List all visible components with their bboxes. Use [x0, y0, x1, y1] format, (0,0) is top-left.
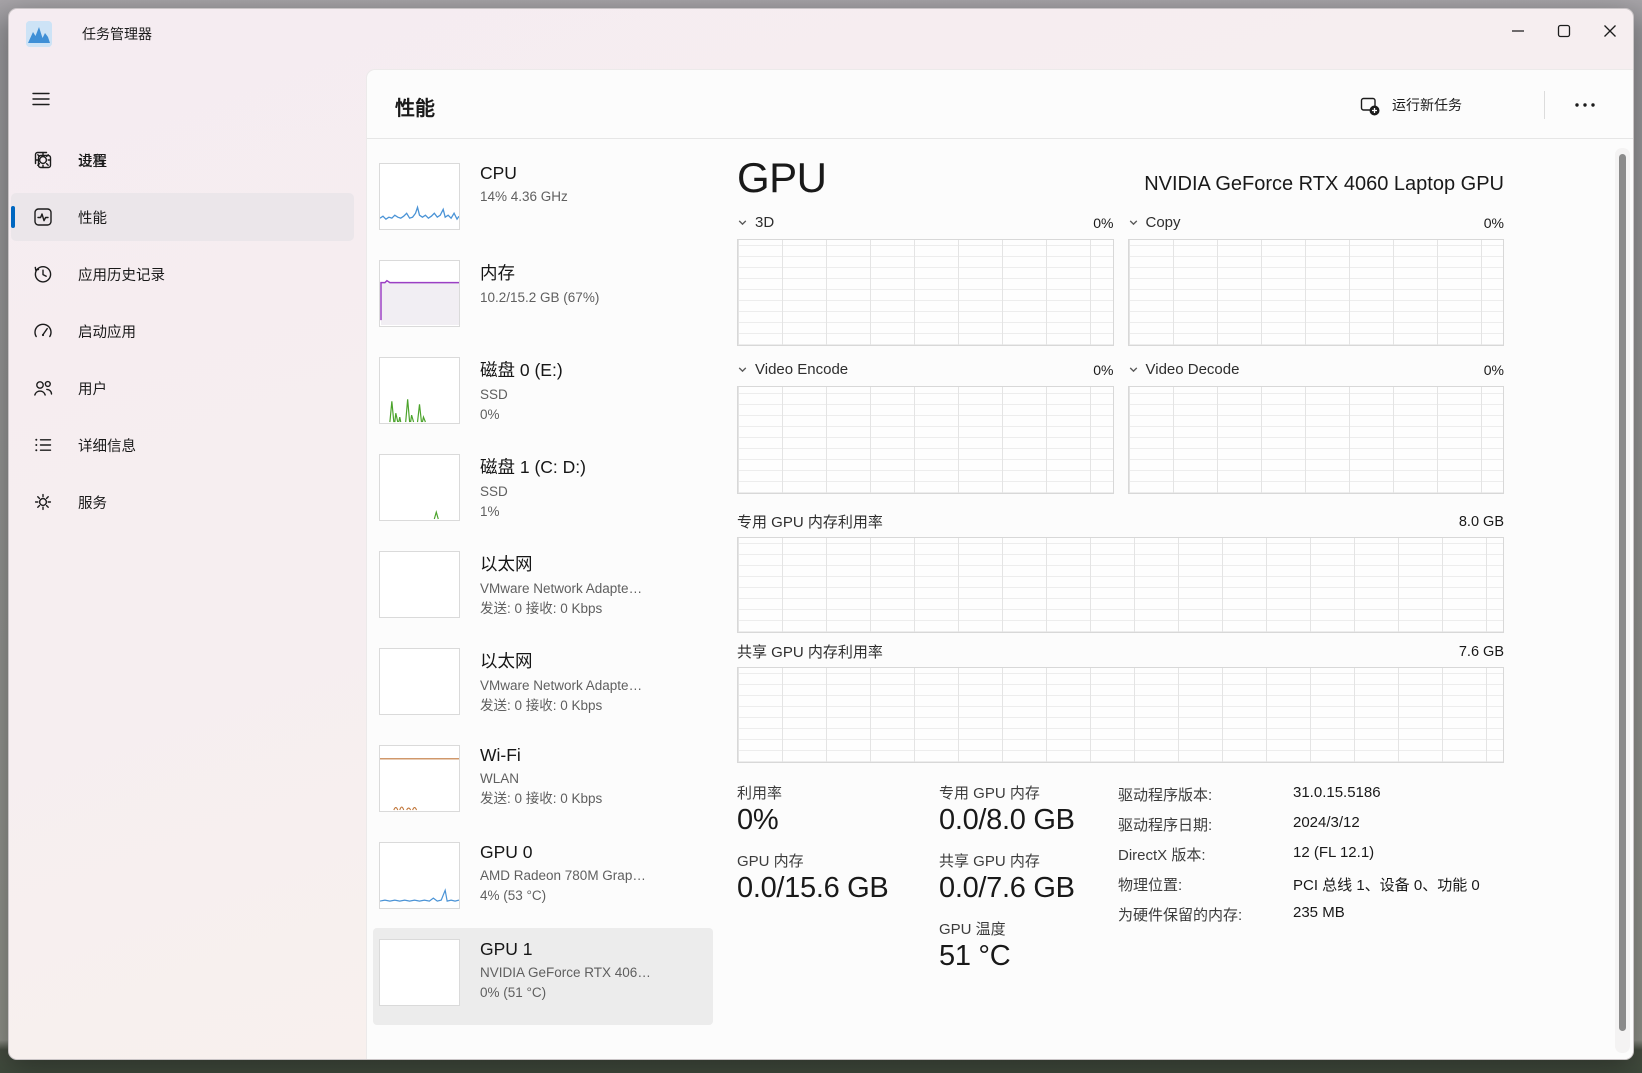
wifi-minichart	[379, 745, 460, 812]
gpu-temperature-value: 51 °C	[939, 940, 1118, 973]
physical-location-value: PCI 总线 1、设备 0、功能 0	[1293, 874, 1480, 895]
reserved-memory-value: 235 MB	[1293, 904, 1345, 925]
gpu-memory-value: 0.0/15.6 GB	[737, 872, 939, 905]
chart-video-encode	[737, 386, 1114, 494]
page-title: 性能	[395, 92, 435, 121]
task-manager-window: 任务管理器 进程 性能	[8, 8, 1634, 1060]
hamburger-icon	[30, 88, 52, 110]
window-title: 任务管理器	[82, 24, 152, 44]
chart-header-copy[interactable]: Copy 0%	[1128, 214, 1505, 231]
dedicated-memory-value: 0.0/8.0 GB	[939, 804, 1118, 837]
shared-memory-value: 0.0/7.6 GB	[939, 872, 1118, 905]
gpu1-minichart	[379, 939, 460, 1006]
maximize-button[interactable]	[1541, 9, 1587, 53]
performance-list: CPU14% 4.36 GHz 内存10.2/15.2 GB (67%) 磁盘 …	[373, 152, 713, 1025]
chevron-down-icon	[1128, 364, 1139, 375]
chart-shared-memory	[737, 667, 1504, 763]
directx-version-value: 12 (FL 12.1)	[1293, 844, 1374, 865]
run-new-task-button[interactable]: 运行新任务	[1347, 87, 1474, 124]
maximize-icon	[1552, 19, 1576, 43]
perf-item-memory[interactable]: 内存10.2/15.2 GB (67%)	[373, 249, 713, 346]
title-bar: 任务管理器	[9, 9, 1633, 61]
perf-item-gpu1[interactable]: GPU 1NVIDIA GeForce RTX 406…0% (51 °C)	[373, 928, 713, 1025]
driver-version-value: 31.0.15.5186	[1293, 784, 1381, 805]
vertical-scrollbar[interactable]	[1615, 148, 1630, 1053]
perf-item-ethernet2[interactable]: 以太网VMware Network Adapte…发送: 0 接收: 0 Kbp…	[373, 637, 713, 734]
ellipsis-icon	[1573, 100, 1597, 110]
chart-header-3d[interactable]: 3D 0%	[737, 214, 1114, 231]
chart-copy	[1128, 239, 1505, 346]
chart-3d	[737, 239, 1114, 346]
minimize-button[interactable]	[1495, 9, 1541, 53]
gpu-detail-pane: GPU NVIDIA GeForce RTX 4060 Laptop GPU 3…	[737, 140, 1504, 986]
perf-item-wifi[interactable]: Wi-FiWLAN发送: 0 接收: 0 Kbps	[373, 734, 713, 831]
chart-dedicated-memory	[737, 537, 1504, 633]
chevron-down-icon	[737, 364, 748, 375]
sidebar-item-settings[interactable]: 设置	[11, 136, 354, 184]
gpu-title: GPU	[737, 154, 827, 202]
chart-video-decode	[1128, 386, 1505, 494]
shared-memory-header: 共享 GPU 内存利用率 7.6 GB	[737, 641, 1504, 662]
gpu-stats: 利用率0% GPU 内存0.0/15.6 GB 专用 GPU 内存0.0/8.0…	[737, 782, 1504, 986]
chevron-down-icon	[1128, 217, 1139, 228]
close-button[interactable]	[1587, 9, 1633, 53]
run-new-task-label: 运行新任务	[1392, 95, 1462, 115]
memory-minichart	[379, 260, 460, 327]
main-panel: 性能 运行新任务 CPU14% 4.36 GHz 内存10.2/15.2	[366, 69, 1633, 1059]
gpu-name: NVIDIA GeForce RTX 4060 Laptop GPU	[1144, 173, 1504, 202]
minimize-icon	[1506, 19, 1530, 43]
close-icon	[1598, 19, 1622, 43]
gpu0-minichart	[379, 842, 460, 909]
menu-toggle-button[interactable]	[21, 81, 61, 117]
gear-icon	[31, 148, 55, 172]
scrollbar-thumb[interactable]	[1619, 154, 1626, 1031]
chevron-down-icon	[737, 217, 748, 228]
chart-header-video-decode[interactable]: Video Decode 0%	[1128, 361, 1505, 378]
ethernet2-minichart	[379, 648, 460, 715]
sidebar: 进程 性能 应用历史记录 启动应用 用户 详细信息	[9, 61, 366, 1059]
disk0-minichart	[379, 357, 460, 424]
new-task-icon	[1359, 95, 1380, 116]
perf-item-disk1[interactable]: 磁盘 1 (C: D:)SSD1%	[373, 443, 713, 540]
task-manager-app-icon	[26, 21, 52, 47]
dedicated-memory-header: 专用 GPU 内存利用率 8.0 GB	[737, 511, 1504, 532]
ethernet1-minichart	[379, 551, 460, 618]
perf-item-ethernet1[interactable]: 以太网VMware Network Adapte…发送: 0 接收: 0 Kbp…	[373, 540, 713, 637]
cpu-minichart	[379, 163, 460, 230]
chart-header-video-encode[interactable]: Video Encode 0%	[737, 361, 1114, 378]
more-options-button[interactable]	[1559, 92, 1611, 118]
toolbar-divider	[1544, 91, 1545, 119]
perf-item-cpu[interactable]: CPU14% 4.36 GHz	[373, 152, 713, 249]
sidebar-item-label: 设置	[78, 150, 107, 171]
utilization-value: 0%	[737, 804, 939, 837]
perf-item-disk0[interactable]: 磁盘 0 (E:)SSD0%	[373, 346, 713, 443]
perf-item-gpu0[interactable]: GPU 0AMD Radeon 780M Grap…4% (53 °C)	[373, 831, 713, 928]
disk1-minichart	[379, 454, 460, 521]
panel-header: 性能 运行新任务	[367, 70, 1633, 139]
driver-date-value: 2024/3/12	[1293, 814, 1360, 835]
